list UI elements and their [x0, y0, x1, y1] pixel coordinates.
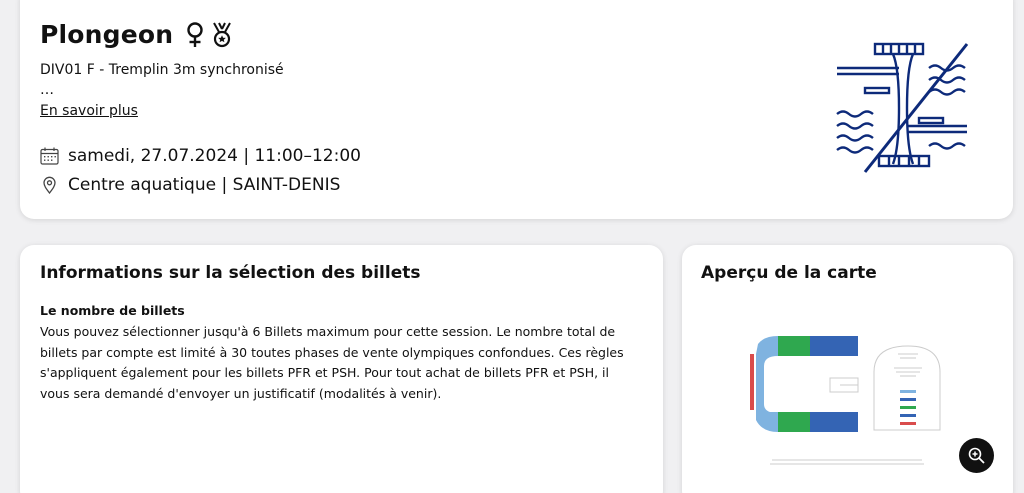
event-title: Plongeon: [40, 20, 174, 49]
event-title-row: Plongeon: [40, 20, 233, 49]
ticket-count-heading: Le nombre de billets: [40, 303, 185, 318]
venue-seating-map[interactable]: [744, 330, 944, 470]
event-subtitle: DIV01 F - Tremplin 3m synchronisé: [40, 62, 284, 78]
ticket-info-body: Vous pouvez sélectionner jusqu'à 6 Bille…: [40, 324, 624, 401]
event-venue: Centre aquatique | SAINT-DENIS: [68, 175, 341, 195]
seat-section-green-top: [778, 336, 810, 356]
diving-pictogram: [836, 42, 969, 173]
event-date: samedi, 27.07.2024 | 11:00–12:00: [68, 146, 361, 166]
event-date-row: samedi, 27.07.2024 | 11:00–12:00: [40, 146, 361, 166]
map-preview-title: Aperçu de la carte: [701, 263, 877, 283]
seat-section-blue-top: [810, 336, 858, 356]
female-symbol-icon: [187, 21, 203, 47]
seat-section-green-bottom: [778, 412, 810, 432]
map-legend-panel: [873, 345, 941, 431]
zoom-in-icon: [968, 447, 985, 464]
ticket-info-card: Informations sur la sélection des billet…: [20, 245, 663, 493]
map-preview-card: Aperçu de la carte: [682, 245, 1013, 493]
location-pin-icon: [43, 176, 56, 194]
event-venue-row: Centre aquatique | SAINT-DENIS: [40, 175, 340, 195]
event-card: Plongeon DIV01 F - Tremplin 3m synchroni…: [20, 0, 1013, 219]
ticket-info-title: Informations sur la sélection des billet…: [40, 263, 421, 283]
learn-more-link[interactable]: En savoir plus: [40, 103, 138, 119]
seat-section-red: [750, 354, 754, 410]
medal-icon: [213, 22, 232, 47]
zoom-in-button[interactable]: [959, 438, 994, 473]
event-ellipsis: …: [40, 82, 54, 98]
seat-section-light-blue: [756, 336, 778, 432]
seat-section-blue-bottom: [810, 412, 858, 432]
calendar-icon: [40, 147, 59, 165]
